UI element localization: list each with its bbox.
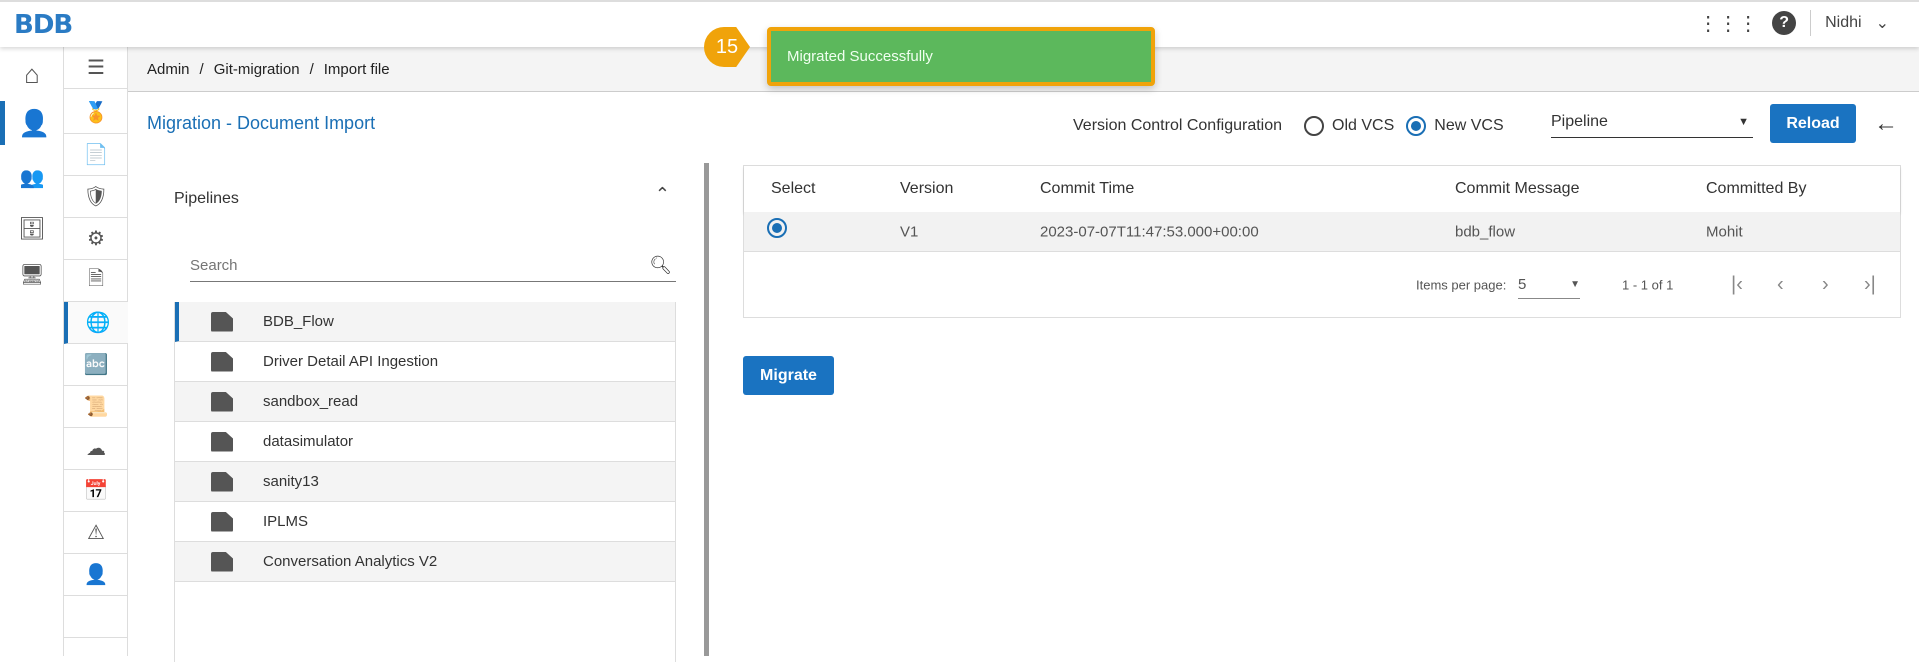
cell-commit-message: bdb_flow <box>1455 223 1516 240</box>
certificate-icon[interactable]: 📜 <box>64 386 128 428</box>
item-label: Conversation Analytics V2 <box>263 553 438 570</box>
cloud-transfer-icon[interactable]: ☁ <box>64 428 128 470</box>
presenter-icon[interactable]: 🖥 <box>0 252 64 296</box>
shield-lock-icon[interactable]: 🛡 <box>64 176 128 218</box>
list-item[interactable]: datasimulator <box>175 422 675 462</box>
search-field: 🔍︎ <box>190 250 676 282</box>
migrate-button[interactable]: Migrate <box>743 356 834 395</box>
list-item[interactable]: sandbox_read <box>175 382 675 422</box>
panel-splitter[interactable] <box>704 163 709 656</box>
reload-button[interactable]: Reload <box>1770 104 1856 143</box>
pipeline-list: BDB_Flow Driver Detail API Ingestion san… <box>174 302 676 662</box>
calendar-search-icon[interactable]: 📅 <box>64 470 128 512</box>
list-item[interactable]: sanity13 <box>175 462 675 502</box>
sidebar-item[interactable] <box>64 596 128 638</box>
vcs-config: Version Control Configuration Old VCS Ne… <box>1073 108 1504 144</box>
item-label: sanity13 <box>263 473 319 490</box>
item-label: datasimulator <box>263 433 354 450</box>
user-admin-icon[interactable]: 👤 <box>0 101 64 145</box>
file-icon <box>211 431 233 452</box>
first-page-icon[interactable]: |‹ <box>1731 274 1743 297</box>
commits-table: Select Version Commit Time Commit Messag… <box>743 165 1901 318</box>
file-icon <box>211 471 233 492</box>
list-item[interactable]: IPLMS <box>175 502 675 542</box>
menu-icon[interactable]: ☰ <box>64 47 128 89</box>
pipelines-heading: Pipelines <box>174 190 239 207</box>
search-icon[interactable]: 🔍︎ <box>649 255 672 276</box>
last-page-icon[interactable]: ›| <box>1864 274 1876 297</box>
select-value: 5 <box>1518 276 1527 293</box>
items-per-page-select[interactable]: 5 ▼ <box>1518 271 1580 299</box>
prev-page-icon[interactable]: ‹ <box>1777 274 1784 297</box>
secondary-sidebar: ☰ 🏅 📄 🛡 ⚙ 🗎 🌐 🔤 📜 ☁ 📅 ⚠ 👤 <box>64 47 128 656</box>
file-icon <box>211 551 233 572</box>
item-label: IPLMS <box>263 513 309 530</box>
header-commit-message: Commit Message <box>1455 180 1580 197</box>
toast-message: Migrated Successfully <box>787 48 933 65</box>
cell-version: V1 <box>900 223 919 240</box>
next-page-icon[interactable]: › <box>1822 274 1829 297</box>
vcs-type-select[interactable]: Pipeline ▼ <box>1551 106 1753 138</box>
breadcrumb-git-migration[interactable]: Git-migration <box>214 61 300 78</box>
gears-icon[interactable]: ⚙ <box>64 218 128 260</box>
file-icon <box>211 511 233 532</box>
header-version: Version <box>900 180 954 197</box>
cell-commit-time: 2023-07-07T11:47:53.000+00:00 <box>1040 223 1259 240</box>
header-commit-time: Commit Time <box>1040 180 1135 197</box>
item-label: BDB_Flow <box>263 313 334 330</box>
apps-grid-icon[interactable]: ⋮⋮⋮ <box>1698 11 1758 36</box>
cell-committed-by: Mohit <box>1706 223 1743 240</box>
table-header: Select Version Commit Time Commit Messag… <box>744 166 1900 212</box>
chevron-down-icon[interactable]: ⌄ <box>1876 13 1889 33</box>
select-value: Pipeline <box>1551 112 1608 130</box>
pipelines-panel: Pipelines ⌃ 🔍︎ BDB_Flow Driver Detail AP… <box>174 180 676 662</box>
list-item[interactable]: Driver Detail API Ingestion <box>175 342 675 382</box>
server-warning-icon[interactable]: ⚠ <box>64 512 128 554</box>
file-icon <box>211 391 233 412</box>
git-migration-icon[interactable]: 🌐 <box>64 302 128 344</box>
search-input[interactable] <box>190 257 630 274</box>
home-icon[interactable]: ⌂ <box>0 52 64 96</box>
list-item[interactable]: Conversation Analytics V2 <box>175 542 675 582</box>
row-select-radio[interactable] <box>767 217 787 238</box>
item-label: Driver Detail API Ingestion <box>263 353 439 370</box>
help-icon[interactable]: ? <box>1772 11 1797 35</box>
divider <box>1810 10 1812 36</box>
table-row[interactable]: V1 2023-07-07T11:47:53.000+00:00 bdb_flo… <box>744 212 1900 252</box>
list-item[interactable]: BDB_Flow <box>175 302 675 342</box>
primary-sidebar: ⌂ 👤 👥 🗄 🖥 <box>0 47 64 656</box>
breadcrumb-admin[interactable]: Admin <box>147 61 190 78</box>
users-group-icon[interactable]: 👥 <box>0 155 64 199</box>
breadcrumb-import-file: Import file <box>323 60 390 78</box>
item-label: sandbox_read <box>263 393 359 410</box>
old-vcs-radio[interactable] <box>1304 116 1325 136</box>
file-icon <box>211 311 233 332</box>
header-select: Select <box>771 180 816 197</box>
certificate-user-icon[interactable]: 🏅 <box>64 92 128 134</box>
paginator: Items per page: 5 ▼ 1 - 1 of 1 |‹ ‹ › ›| <box>744 252 1900 318</box>
vcs-label: Version Control Configuration <box>1073 117 1283 134</box>
header-committed-by: Committed By <box>1706 180 1807 197</box>
billing-doc-icon[interactable]: 📄 <box>64 134 128 176</box>
items-per-page-label: Items per page: <box>1416 277 1507 293</box>
translate-icon[interactable]: 🔤 <box>64 344 128 386</box>
range-label: 1 - 1 of 1 <box>1622 277 1674 293</box>
doc-settings-icon[interactable]: 🗎 <box>64 260 128 302</box>
user-clock-icon[interactable]: 👤 <box>64 554 128 596</box>
bdb-logo[interactable]: BDB <box>14 10 73 40</box>
chevron-up-icon[interactable]: ⌃ <box>655 184 670 205</box>
new-vcs-label: New VCS <box>1434 117 1504 134</box>
success-toast: Migrated Successfully <box>767 27 1155 86</box>
file-icon <box>211 351 233 372</box>
new-vcs-radio[interactable] <box>1406 116 1427 136</box>
old-vcs-label: Old VCS <box>1332 117 1395 134</box>
dropdown-arrow-icon: ▼ <box>1570 279 1580 290</box>
user-name[interactable]: Nidhi <box>1825 14 1861 32</box>
page-title: Migration - Document Import <box>147 113 376 133</box>
database-network-icon[interactable]: 🗄 <box>0 207 64 251</box>
back-arrow-icon[interactable]: ← <box>1874 110 1898 138</box>
dropdown-arrow-icon: ▼ <box>1738 115 1749 128</box>
top-right-controls: ⋮⋮⋮ ? Nidhi ⌄ <box>1698 10 1889 36</box>
